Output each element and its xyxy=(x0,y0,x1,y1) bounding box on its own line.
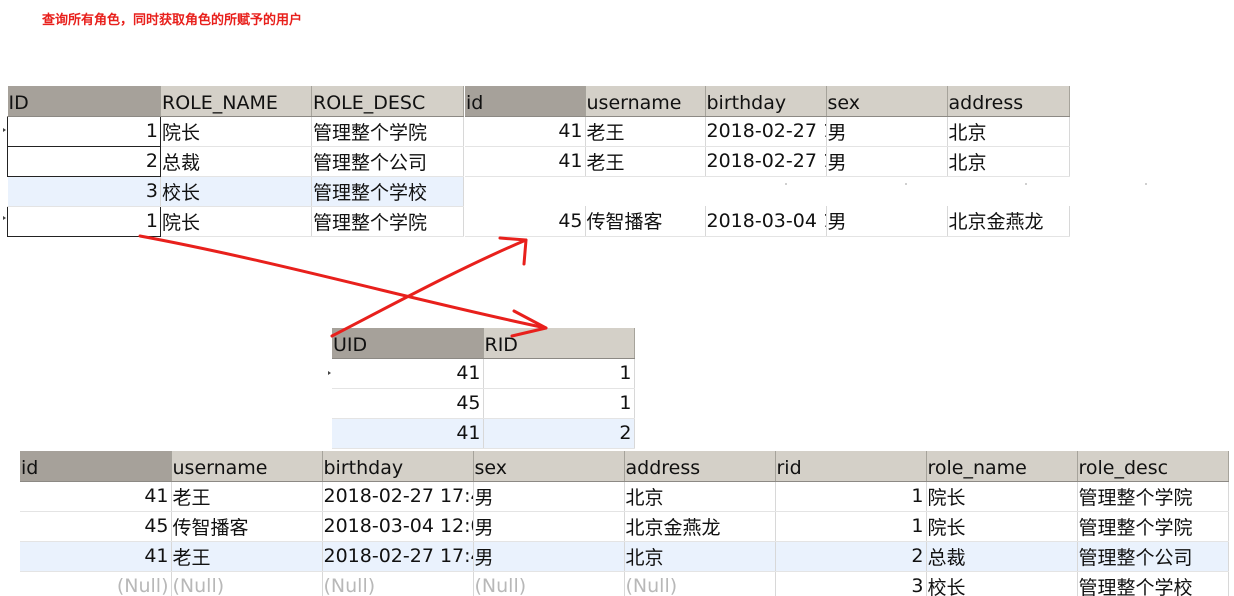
arrow-role-to-mapping xyxy=(138,234,548,330)
arrow-mapping-to-user xyxy=(330,238,528,338)
annotation-arrows xyxy=(138,234,548,338)
